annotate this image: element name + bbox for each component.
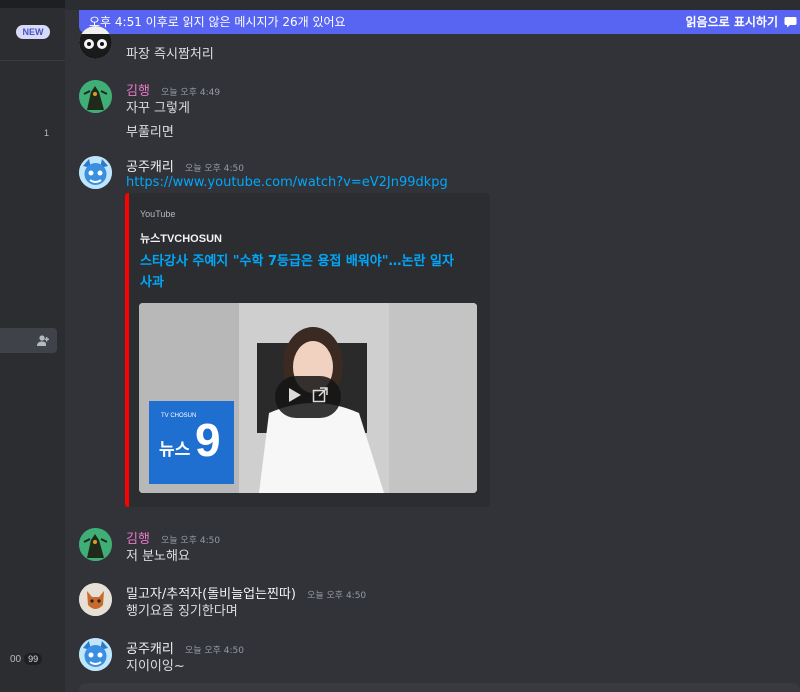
timestamp: 오늘 오후 4:50 [184, 164, 244, 174]
avatar[interactable] [79, 26, 112, 59]
avatar-image [79, 80, 112, 113]
sidebar-item-active[interactable] [0, 328, 57, 353]
bottom-pill: 99 [24, 653, 43, 665]
message-text: 행기요즘 징기한다며 [126, 604, 238, 619]
author-name[interactable]: 공주캐리 [126, 160, 174, 175]
avatar-image [79, 638, 112, 671]
mark-as-read-button[interactable]: 읽음으로 표시하기 [686, 10, 779, 34]
external-link-icon[interactable] [312, 387, 328, 407]
news-logo: TV CHOSUN 뉴스 9 [149, 401, 234, 484]
message-text: 저 분노해요 [126, 549, 190, 564]
sidebar-topbar [0, 0, 65, 8]
news-logo-number: 9 [195, 414, 221, 466]
unread-count: 1 [44, 128, 50, 138]
embed-title[interactable]: 스타강사 주예지 "수학 7등급은 용접 배워야"…논란 일자 사과 [140, 251, 480, 293]
message-composer[interactable] [79, 683, 800, 692]
new-badge[interactable]: NEW [16, 25, 50, 39]
mark-read-icon[interactable] [784, 16, 797, 28]
bottom-left-text: 00 [10, 653, 22, 665]
youtube-link[interactable]: https://www.youtube.com/watch?v=eV2Jn99d… [126, 175, 448, 190]
timestamp: 오늘 오후 4:50 [184, 646, 244, 656]
avatar-image [79, 156, 112, 189]
video-thumbnail[interactable]: TV CHOSUN 뉴스 9 [139, 303, 477, 493]
embed-title-line1[interactable]: 스타강사 주예지 "수학 7등급은 용접 배워야"…논란 일자 [140, 254, 454, 269]
avatar[interactable] [79, 583, 112, 616]
avatar-image [79, 528, 112, 561]
avatar-image [79, 26, 112, 59]
avatar[interactable] [79, 156, 112, 189]
timestamp: 오늘 오후 4:50 [307, 591, 367, 601]
message-text: 지이이잉~ [126, 659, 185, 674]
add-user-icon[interactable] [36, 334, 50, 348]
news-logo-text: 뉴스 [159, 440, 191, 459]
unread-banner[interactable]: 오후 4:51 이후로 읽지 않은 메시지가 26개 있어요 읽음으로 표시하기 [79, 10, 800, 34]
message-text: 자꾸 그렇게 [126, 101, 190, 116]
sidebar-bottom-status: 00 99 [10, 653, 43, 665]
youtube-embed: YouTube 뉴스TVCHOSUN 스타강사 주예지 "수학 7등급은 용접 … [125, 193, 490, 507]
video-controls[interactable] [275, 376, 341, 418]
message-text: 파장 즉시짬처리 [126, 47, 214, 62]
avatar-image [79, 583, 112, 616]
message-text: 부풀리면 [126, 125, 174, 140]
sidebar-divider [0, 60, 65, 61]
play-icon[interactable] [288, 387, 302, 407]
avatar[interactable] [79, 638, 112, 671]
avatar[interactable] [79, 80, 112, 113]
news-logo-small: TV CHOSUN [161, 413, 197, 419]
unread-banner-text: 오후 4:51 이후로 읽지 않은 메시지가 26개 있어요 [89, 15, 346, 29]
channel-sidebar: NEW 1 00 99 [0, 0, 65, 692]
chat-top-border [65, 0, 800, 10]
avatar[interactable] [79, 528, 112, 561]
message-header: 공주캐리 오늘 오후 4:50 [126, 156, 244, 175]
embed-author[interactable]: 뉴스TVCHOSUN [140, 230, 222, 246]
embed-title-line2[interactable]: 사과 [140, 275, 164, 290]
embed-provider[interactable]: YouTube [140, 209, 175, 219]
